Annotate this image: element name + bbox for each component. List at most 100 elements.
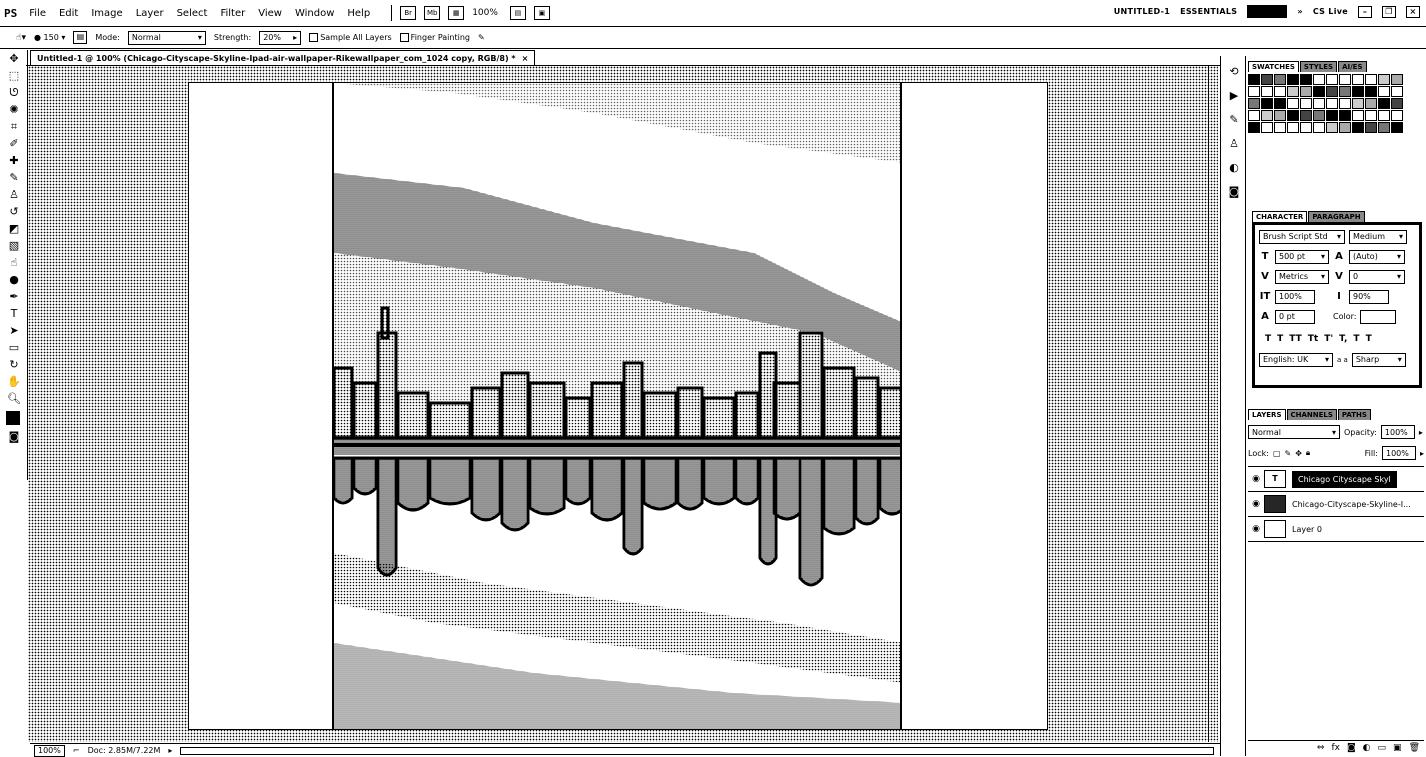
workspace-essentials[interactable]: ESSENTIALS — [1180, 7, 1237, 16]
vertical-scale-field[interactable]: 100% — [1275, 289, 1315, 304]
swatch[interactable] — [1365, 122, 1377, 133]
tab-channels[interactable]: CHANNELS — [1286, 409, 1337, 420]
swatch[interactable] — [1287, 86, 1299, 97]
tab-third[interactable]: AI/ES — [1338, 61, 1367, 72]
swatch[interactable] — [1313, 110, 1325, 121]
eye-icon[interactable]: ◉ — [1248, 524, 1264, 534]
opacity-field[interactable]: 100% — [1380, 425, 1415, 439]
swatch[interactable] — [1300, 110, 1312, 121]
swatch[interactable] — [1339, 122, 1351, 133]
menu-image[interactable]: Image — [91, 8, 122, 19]
swatch[interactable] — [1352, 110, 1364, 121]
move-tool-icon[interactable]: ✥ — [4, 51, 24, 67]
layer-style-icon[interactable]: fx — [1331, 743, 1340, 753]
document-canvas[interactable] — [188, 82, 1048, 730]
zoom-tool-icon[interactable]: 🔍︎ — [4, 391, 24, 407]
swatch[interactable] — [1326, 122, 1338, 133]
layer-name[interactable]: Chicago-Cityscape-Skyline-I... — [1292, 500, 1411, 509]
swatch[interactable] — [1274, 86, 1286, 97]
lock-position-icon[interactable]: ✥ — [1295, 449, 1302, 458]
lock-transparent-icon[interactable]: ▢ — [1273, 449, 1281, 458]
pen-tool-icon[interactable]: ✒ — [4, 289, 24, 305]
layer-name[interactable]: Chicago Cityscape Skyl — [1292, 470, 1397, 488]
tab-layers[interactable]: LAYERS — [1248, 409, 1286, 420]
swatch[interactable] — [1300, 122, 1312, 133]
swatch[interactable] — [1248, 110, 1260, 121]
brush-panel-icon[interactable]: ▤ — [73, 31, 88, 44]
mode-select[interactable]: Normal ▾ — [127, 30, 206, 45]
link-layers-icon[interactable]: ⇔ — [1317, 743, 1325, 753]
swatch[interactable] — [1378, 110, 1390, 121]
layer-row[interactable]: ◉ T Chicago Cityscape Skyl — [1248, 467, 1424, 492]
smudge-tool-icon[interactable]: ☝ — [4, 255, 24, 271]
zoom-level[interactable]: 100% — [472, 8, 498, 18]
underline-button[interactable]: T — [1353, 334, 1359, 344]
swatch[interactable] — [1287, 122, 1299, 133]
shape-tool-icon[interactable]: ▭ — [4, 340, 24, 356]
swatch[interactable] — [1287, 110, 1299, 121]
canvas-area[interactable] — [28, 66, 1218, 742]
language-select[interactable]: English: UK ▾ — [1259, 352, 1333, 367]
swatch[interactable] — [1261, 122, 1273, 133]
faux-italic-button[interactable]: T — [1277, 334, 1283, 344]
swatch[interactable] — [1274, 122, 1286, 133]
finger-painting-checkbox[interactable]: Finger Painting — [399, 33, 470, 42]
swatch[interactable] — [1339, 86, 1351, 97]
baseline-shift-field[interactable]: 0 pt — [1275, 309, 1315, 324]
swatch[interactable] — [1313, 74, 1325, 85]
swatch[interactable] — [1313, 86, 1325, 97]
restore-icon[interactable]: ❐ — [1382, 5, 1396, 18]
superscript-button[interactable]: T' — [1324, 334, 1333, 344]
swatch[interactable] — [1378, 86, 1390, 97]
history-panel-icon[interactable]: ⟲ — [1226, 64, 1242, 80]
actions-panel-icon[interactable]: ▶ — [1226, 88, 1242, 104]
swatch[interactable] — [1313, 122, 1325, 133]
swatch[interactable] — [1326, 74, 1338, 85]
swatch[interactable] — [1352, 74, 1364, 85]
menu-help[interactable]: Help — [347, 8, 370, 19]
font-family-select[interactable]: Brush Script Std ▾ — [1259, 229, 1345, 244]
subscript-button[interactable]: T, — [1339, 334, 1347, 344]
swatch[interactable] — [1300, 98, 1312, 109]
close-tab-icon[interactable]: × — [522, 54, 529, 63]
lock-all-icon[interactable]: 🔒︎ — [1306, 448, 1310, 458]
tab-character[interactable]: CHARACTER — [1252, 211, 1308, 222]
swatch[interactable] — [1339, 110, 1351, 121]
swatch[interactable] — [1274, 98, 1286, 109]
view-extras-icon[interactable]: ▦ — [448, 6, 465, 20]
swatch[interactable] — [1391, 74, 1403, 85]
eraser-tool-icon[interactable]: ◩ — [4, 221, 24, 237]
swatch[interactable] — [1274, 74, 1286, 85]
swatch[interactable] — [1391, 122, 1403, 133]
swatch[interactable] — [1365, 98, 1377, 109]
swatch[interactable] — [1261, 98, 1273, 109]
status-info-icon[interactable]: ⌐ — [73, 746, 80, 755]
text-color-swatch[interactable] — [1360, 309, 1397, 324]
masks-icon[interactable]: ◙ — [1226, 184, 1242, 200]
strikethrough-button[interactable]: T — [1366, 334, 1372, 344]
kerning-select[interactable]: Metrics ▾ — [1275, 269, 1329, 284]
arrange-documents-icon[interactable]: ▤ — [509, 6, 526, 20]
swatch[interactable] — [1300, 74, 1312, 85]
path-selection-tool-icon[interactable]: ➤ — [4, 323, 24, 339]
layer-row[interactable]: ◉ Layer 0 — [1248, 517, 1424, 542]
swatch[interactable] — [1313, 98, 1325, 109]
horizontal-scale-field[interactable]: 90% — [1349, 289, 1389, 304]
swatch[interactable] — [1326, 86, 1338, 97]
swatch[interactable] — [1261, 86, 1273, 97]
tab-styles[interactable]: STYLES — [1299, 61, 1338, 72]
slider-arrow-icon[interactable]: ▸ — [1420, 449, 1424, 458]
sample-all-layers-checkbox[interactable]: Sample All Layers — [309, 33, 392, 42]
clone-source-icon[interactable]: ♙ — [1226, 136, 1242, 152]
font-size-select[interactable]: 500 pt ▾ — [1275, 249, 1329, 264]
tab-swatches[interactable]: SWATCHES — [1248, 61, 1299, 72]
swatch[interactable] — [1300, 86, 1312, 97]
eye-icon[interactable]: ◉ — [1248, 499, 1264, 509]
swatch[interactable] — [1391, 110, 1403, 121]
swatch[interactable] — [1365, 74, 1377, 85]
swatch[interactable] — [1339, 98, 1351, 109]
new-layer-icon[interactable]: ▣ — [1393, 743, 1402, 753]
tab-paths[interactable]: PATHS — [1337, 409, 1371, 420]
swatch[interactable] — [1248, 74, 1260, 85]
swatch[interactable] — [1378, 122, 1390, 133]
